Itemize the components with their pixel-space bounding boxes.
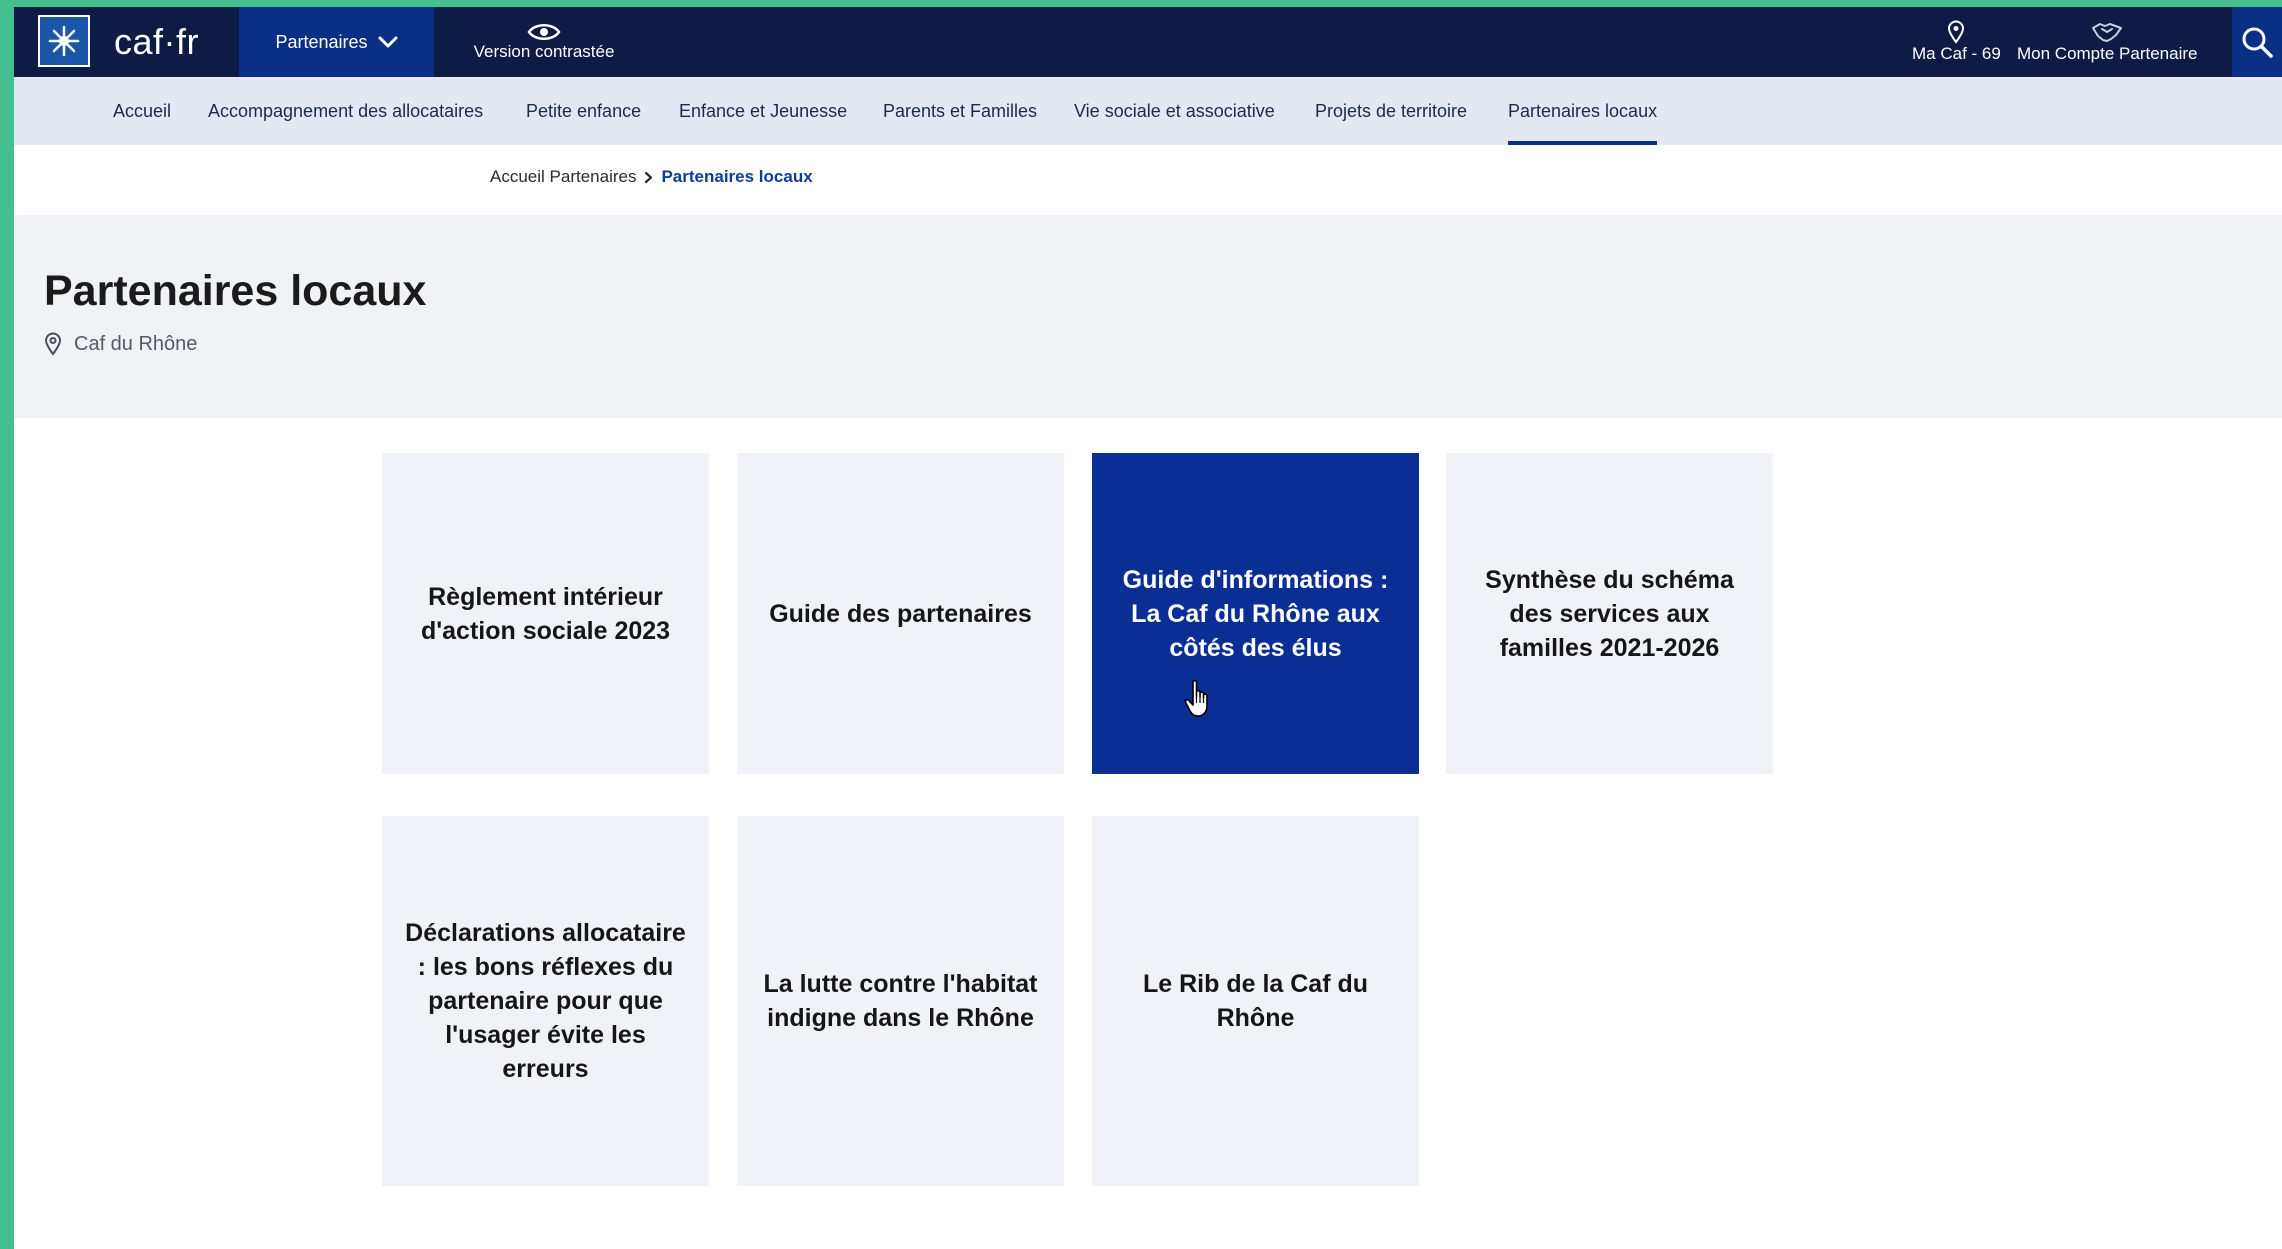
caf-logo-icon[interactable] — [38, 15, 90, 67]
page-header: Partenaires locaux Caf du Rhône — [14, 215, 2282, 418]
nav-item-vie-sociale-associative[interactable]: Vie sociale et associative — [1074, 77, 1275, 145]
card-label: Déclarations allocataire : les bons réfl… — [405, 919, 686, 1083]
ma-caf-button[interactable]: Ma Caf - 69 — [1912, 13, 2001, 71]
card-label: Guide d'informations : La Caf du Rhône a… — [1122, 565, 1389, 662]
map-pin-icon — [1948, 20, 1965, 44]
mon-compte-partenaire-label: Mon Compte Partenaire — [2017, 44, 2198, 63]
card-reglement-interieur[interactable]: Règlement intérieur d'action sociale 202… — [382, 453, 709, 774]
partenaires-menu-label: Partenaires — [275, 31, 368, 52]
nav-item-accueil[interactable]: Accueil — [113, 77, 171, 145]
card-label: La lutte contre l'habitat indigne dans l… — [763, 970, 1038, 1032]
nav-item-petite-enfance[interactable]: Petite enfance — [526, 77, 641, 145]
main-navigation: Accueil Accompagnement des allocataires … — [14, 77, 2282, 145]
contrast-version-label: Version contrastée — [473, 42, 615, 61]
breadcrumb-current: Partenaires locaux — [661, 167, 813, 186]
card-label: Règlement intérieur d'action sociale 202… — [420, 582, 671, 645]
nav-item-partenaires-locaux[interactable]: Partenaires locaux — [1508, 77, 1658, 145]
card-label: Guide des partenaires — [769, 599, 1032, 628]
card-label: Le Rib de la Caf du Rhône — [1142, 970, 1369, 1032]
card-guide-informations-elus[interactable]: Guide d'informations : La Caf du Rhône a… — [1092, 453, 1419, 774]
nav-item-parents-familles[interactable]: Parents et Familles — [883, 77, 1037, 145]
chevron-right-icon — [645, 171, 653, 183]
location-info: Caf du Rhône — [44, 332, 197, 356]
nav-item-projets-territoire[interactable]: Projets de territoire — [1315, 77, 1467, 145]
card-label: Synthèse du schéma des services aux fami… — [1485, 565, 1734, 662]
card-synthese-schema-services[interactable]: Synthèse du schéma des services aux fami… — [1446, 453, 1773, 774]
page-title: Partenaires locaux — [44, 267, 427, 315]
card-lutte-habitat-indigne[interactable]: La lutte contre l'habitat indigne dans l… — [737, 816, 1064, 1186]
browser-viewport: caf·fr Partenaires Version contrastée Ma… — [14, 7, 2282, 1249]
location-label: Caf du Rhône — [74, 332, 198, 355]
chevron-down-icon — [378, 36, 398, 48]
card-declarations-allocataire[interactable]: Déclarations allocataire : les bons réfl… — [382, 816, 709, 1186]
eye-icon — [527, 24, 561, 40]
handshake-icon — [2092, 23, 2123, 42]
contrast-version-button[interactable]: Version contrastée — [469, 13, 619, 71]
search-icon — [2242, 27, 2273, 58]
card-guide-partenaires[interactable]: Guide des partenaires — [737, 453, 1064, 774]
breadcrumb-home-link[interactable]: Accueil Partenaires — [490, 167, 636, 187]
nav-item-accompagnement-allocataires[interactable]: Accompagnement des allocataires — [208, 77, 483, 145]
card-rib-caf-rhone[interactable]: Le Rib de la Caf du Rhône — [1092, 816, 1419, 1186]
map-pin-icon — [44, 332, 62, 356]
breadcrumb: Accueil Partenaires Partenaires locaux — [490, 167, 813, 187]
ma-caf-label: Ma Caf - 69 — [1912, 44, 2001, 63]
top-header: caf·fr Partenaires Version contrastée Ma… — [14, 7, 2282, 77]
mon-compte-partenaire-button[interactable]: Mon Compte Partenaire — [2017, 13, 2197, 71]
search-button[interactable] — [2232, 7, 2282, 77]
nav-item-enfance-jeunesse[interactable]: Enfance et Jeunesse — [679, 77, 847, 145]
site-logo-text[interactable]: caf·fr — [114, 21, 199, 63]
partenaires-menu-button[interactable]: Partenaires — [239, 7, 434, 77]
